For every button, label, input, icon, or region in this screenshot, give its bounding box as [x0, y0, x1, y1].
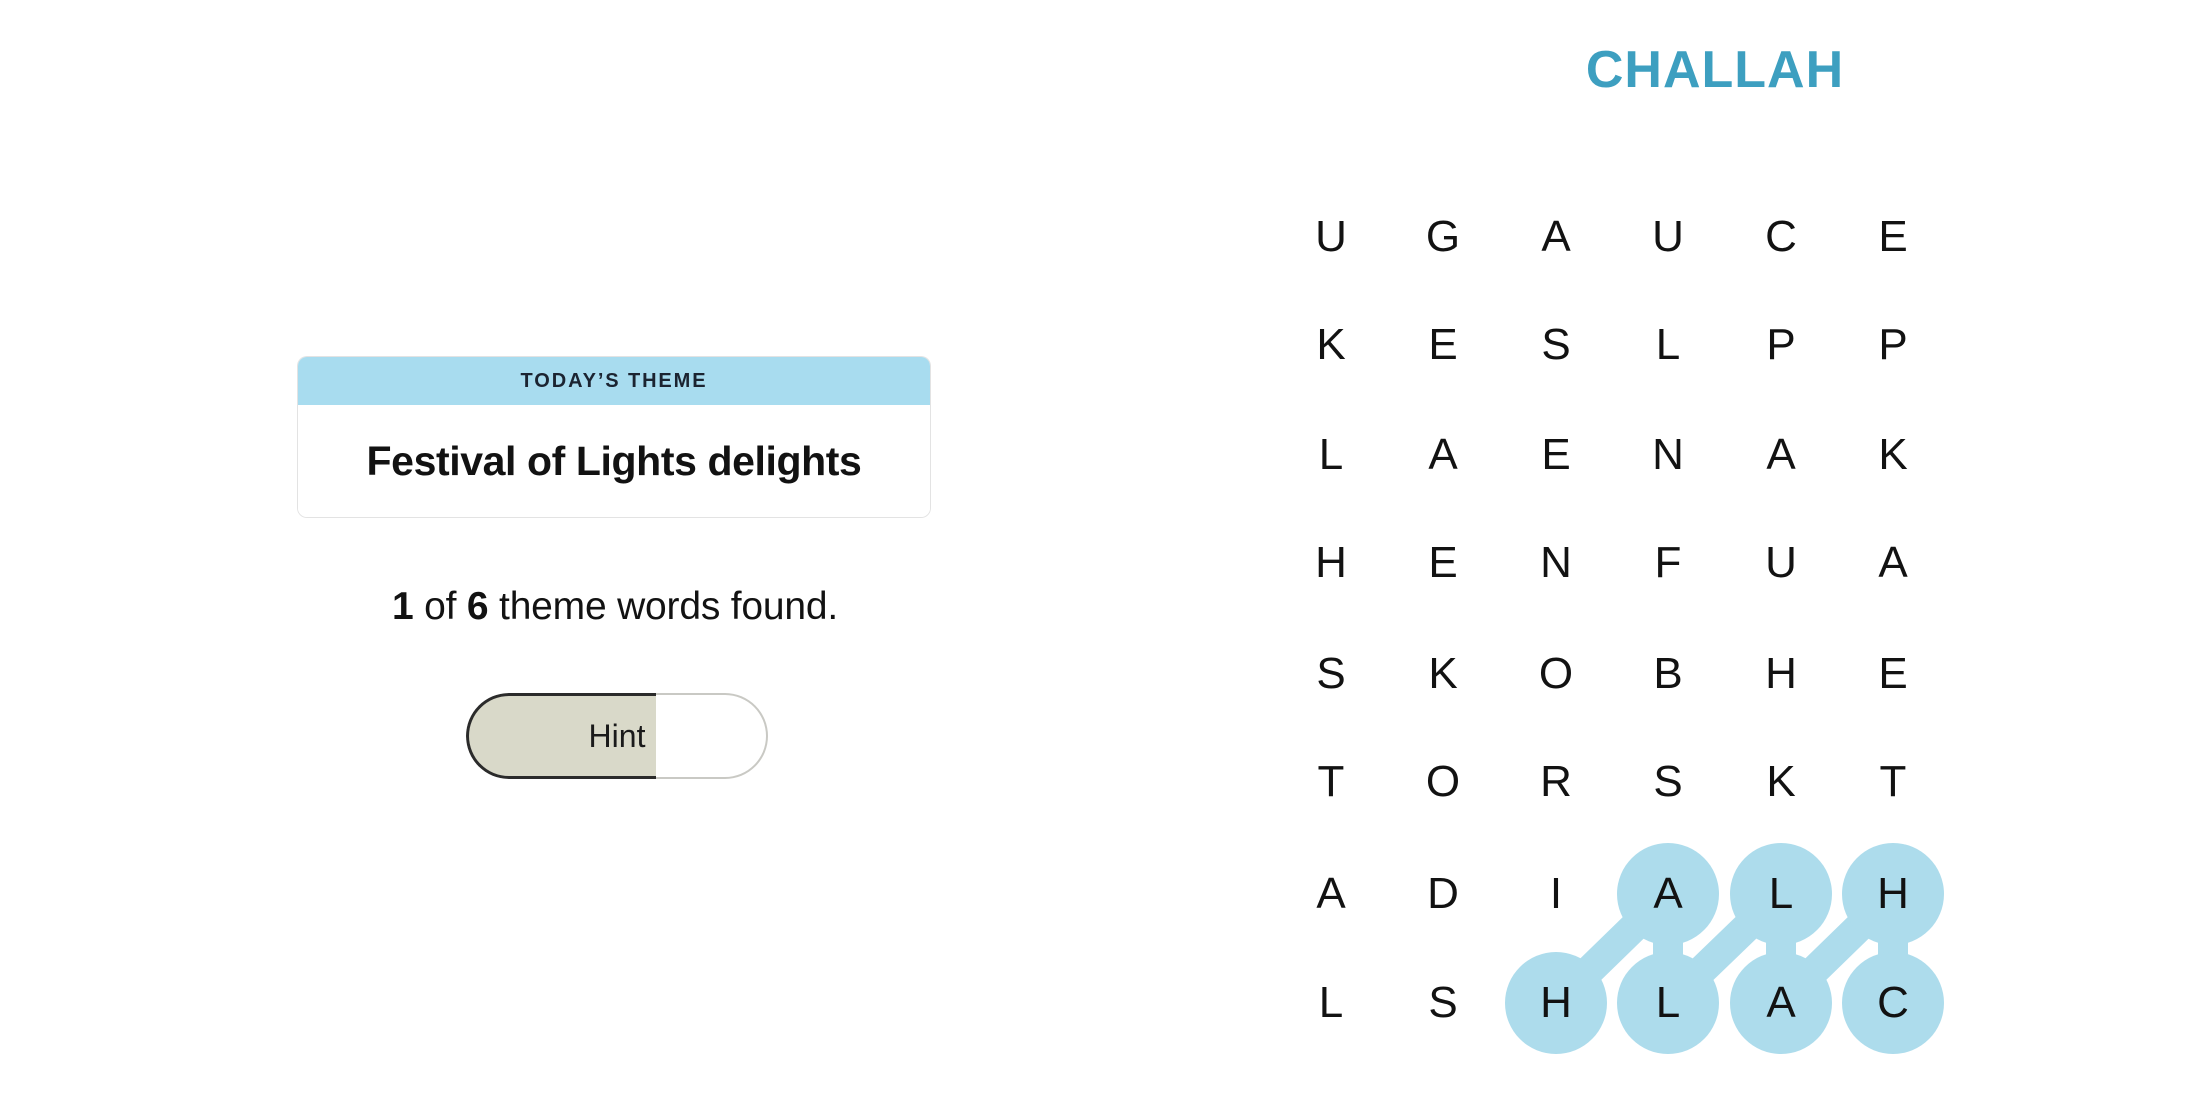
grid-letter-r3-c0[interactable]: H — [1280, 512, 1382, 614]
grid-letter-r2-c5[interactable]: K — [1842, 404, 1944, 506]
grid-letter-r2-c3[interactable]: N — [1617, 404, 1719, 506]
grid-letter-r5-c5[interactable]: T — [1842, 731, 1944, 833]
grid-letter-r4-c0[interactable]: S — [1280, 623, 1382, 725]
grid-letter-r5-c3[interactable]: S — [1617, 731, 1719, 833]
theme-description: Festival of Lights delights — [366, 437, 862, 484]
letter-grid-cells[interactable]: UGAUCEKESLPPLAENAKHENFUASKOBHETORSKTADIA… — [1275, 183, 1955, 1055]
grid-letter-r1-c2[interactable]: S — [1505, 294, 1607, 396]
grid-letter-r3-c2[interactable]: N — [1505, 512, 1607, 614]
puzzle-panel: CHALLAH UGAUCEKESLPPLAENAKHENFUASKOBHETO… — [1230, 0, 2200, 1100]
grid-letter-r7-c5[interactable]: C — [1842, 952, 1944, 1054]
hint-button[interactable]: Hint — [466, 693, 768, 779]
grid-letter-r1-c0[interactable]: K — [1280, 294, 1382, 396]
grid-letter-r6-c3[interactable]: A — [1617, 843, 1719, 945]
grid-letter-r7-c2[interactable]: H — [1505, 952, 1607, 1054]
grid-letter-r0-c5[interactable]: E — [1842, 186, 1944, 288]
theme-panel: TODAY’S THEME Festival of Lights delight… — [0, 0, 1230, 1100]
grid-letter-r3-c1[interactable]: E — [1392, 512, 1494, 614]
grid-letter-r1-c1[interactable]: E — [1392, 294, 1494, 396]
grid-letter-r4-c1[interactable]: K — [1392, 623, 1494, 725]
grid-letter-r2-c0[interactable]: L — [1280, 404, 1382, 506]
progress-status-text: 1 of 6 theme words found. — [0, 585, 1230, 629]
grid-letter-r7-c0[interactable]: L — [1280, 952, 1382, 1054]
theme-card-header-label: TODAY’S THEME — [520, 369, 708, 392]
grid-letter-r7-c3[interactable]: L — [1617, 952, 1719, 1054]
grid-letter-r1-c3[interactable]: L — [1617, 294, 1719, 396]
grid-letter-r5-c4[interactable]: K — [1730, 731, 1832, 833]
grid-letter-r0-c3[interactable]: U — [1617, 186, 1719, 288]
grid-letter-r1-c5[interactable]: P — [1842, 294, 1944, 396]
grid-letter-r0-c2[interactable]: A — [1505, 186, 1607, 288]
grid-letter-r4-c4[interactable]: H — [1730, 623, 1832, 725]
grid-letter-r0-c4[interactable]: C — [1730, 186, 1832, 288]
progress-middle: of — [413, 585, 467, 628]
grid-letter-r2-c1[interactable]: A — [1392, 404, 1494, 506]
grid-letter-r4-c2[interactable]: O — [1505, 623, 1607, 725]
grid-letter-r3-c3[interactable]: F — [1617, 512, 1719, 614]
grid-letter-r7-c4[interactable]: A — [1730, 952, 1832, 1054]
grid-letter-r4-c5[interactable]: E — [1842, 623, 1944, 725]
grid-letter-r3-c5[interactable]: A — [1842, 512, 1944, 614]
grid-letter-r3-c4[interactable]: U — [1730, 512, 1832, 614]
grid-letter-r4-c3[interactable]: B — [1617, 623, 1719, 725]
grid-letter-r5-c2[interactable]: R — [1505, 731, 1607, 833]
grid-letter-r6-c0[interactable]: A — [1280, 843, 1382, 945]
grid-letter-r6-c1[interactable]: D — [1392, 843, 1494, 945]
grid-letter-r0-c0[interactable]: U — [1280, 186, 1382, 288]
progress-suffix: theme words found. — [488, 585, 838, 628]
hint-button-label: Hint — [588, 717, 646, 754]
page-title: CHALLAH — [1585, 41, 1845, 99]
grid-letter-r7-c1[interactable]: S — [1392, 952, 1494, 1054]
todays-theme-card: TODAY’S THEME Festival of Lights delight… — [298, 357, 930, 517]
grid-letter-r2-c2[interactable]: E — [1505, 404, 1607, 506]
theme-card-header: TODAY’S THEME — [298, 357, 930, 405]
grid-letter-r6-c4[interactable]: L — [1730, 843, 1832, 945]
total-count: 6 — [466, 585, 489, 628]
theme-card-body: Festival of Lights delights — [298, 405, 930, 517]
grid-letter-r5-c1[interactable]: O — [1392, 731, 1494, 833]
grid-letter-r6-c5[interactable]: H — [1842, 843, 1944, 945]
grid-letter-r0-c1[interactable]: G — [1392, 186, 1494, 288]
found-count: 1 — [392, 585, 414, 628]
grid-letter-r2-c4[interactable]: A — [1730, 404, 1832, 506]
letter-grid[interactable]: UGAUCEKESLPPLAENAKHENFUASKOBHETORSKTADIA… — [1275, 183, 1955, 1055]
grid-letter-r5-c0[interactable]: T — [1280, 731, 1382, 833]
grid-letter-r1-c4[interactable]: P — [1730, 294, 1832, 396]
grid-letter-r6-c2[interactable]: I — [1505, 843, 1607, 945]
